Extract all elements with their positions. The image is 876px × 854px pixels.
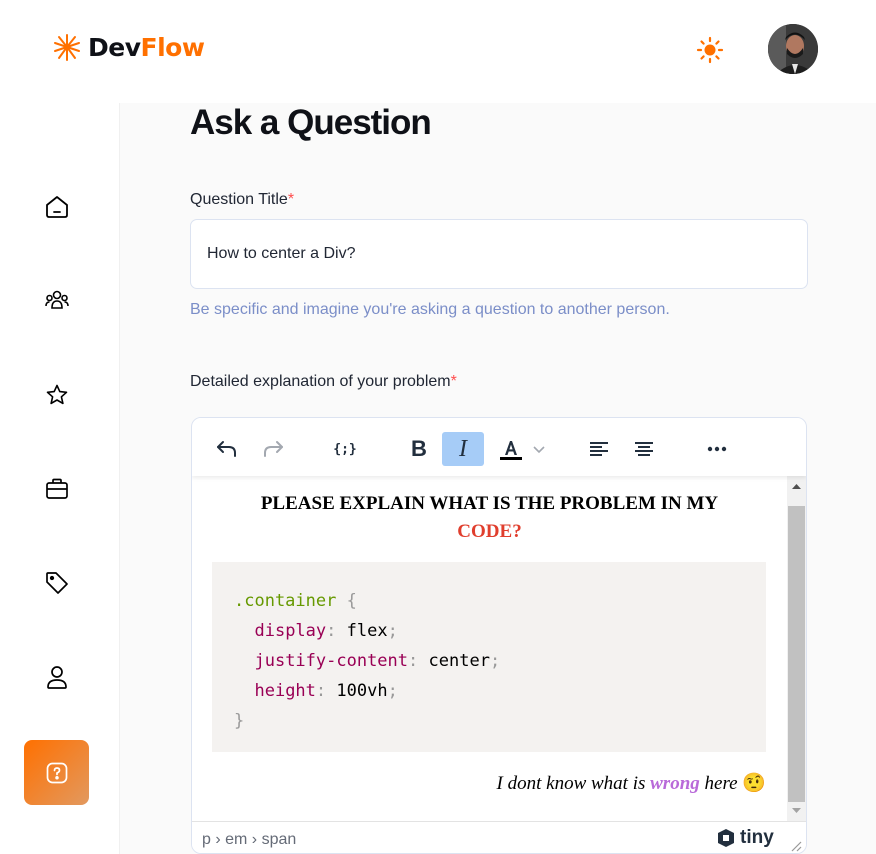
question-title-hint: Be specific and imagine you're asking a … xyxy=(190,301,670,318)
align-center-icon xyxy=(635,442,653,456)
content-heading-text: PLEASE EXPLAIN WHAT IS THE PROBLEM IN MY xyxy=(260,493,719,514)
note-prefix: I dont know what is xyxy=(496,773,651,794)
text-color-button[interactable] xyxy=(492,432,552,466)
resize-handle-icon[interactable] xyxy=(790,840,802,852)
note-emoji: 🤨 xyxy=(742,773,766,794)
sidebar-item-tags[interactable] xyxy=(24,550,89,615)
brand-name-part1: Dev xyxy=(88,32,141,62)
undo-button[interactable] xyxy=(210,432,244,466)
sidebar-item-jobs[interactable] xyxy=(24,456,89,521)
code-selector: .container xyxy=(234,591,337,611)
required-mark: * xyxy=(287,191,295,208)
brand-logo[interactable]: DevFlow xyxy=(52,32,205,62)
note-emphasis: wrong xyxy=(650,773,700,794)
top-navbar: DevFlow xyxy=(0,0,876,103)
bold-button[interactable]: B xyxy=(402,432,436,466)
sidebar-item-community[interactable] xyxy=(24,268,89,333)
bold-icon: B xyxy=(411,436,427,461)
italic-button[interactable]: I xyxy=(442,432,484,466)
question-title-input[interactable] xyxy=(190,219,808,289)
tiny-logo-icon xyxy=(718,829,734,847)
user-avatar[interactable] xyxy=(768,24,818,74)
sidebar-item-ask-question[interactable] xyxy=(24,740,89,805)
align-center-button[interactable] xyxy=(627,432,661,466)
code-brace-close: } xyxy=(234,711,245,731)
sidebar-item-home[interactable] xyxy=(24,174,89,239)
code-property: display xyxy=(254,621,327,641)
code-property: height xyxy=(254,681,316,701)
sidebar-item-profile[interactable] xyxy=(24,644,89,709)
element-path[interactable]: p › em › span xyxy=(202,831,296,849)
content-note: I dont know what is wrong here 🤨 xyxy=(192,771,766,795)
required-mark: * xyxy=(450,373,457,390)
sidebar-item-collections[interactable] xyxy=(24,362,89,427)
tag-icon xyxy=(45,571,68,594)
star-icon xyxy=(46,384,67,404)
content-heading-highlight: CODE? xyxy=(457,521,522,542)
more-button[interactable] xyxy=(700,432,734,466)
scrollbar-thumb[interactable] xyxy=(788,506,805,802)
sun-icon xyxy=(696,36,724,64)
home-icon xyxy=(45,195,68,218)
main-content: Ask a Question Question Title* Be specif… xyxy=(120,103,876,854)
editor-content-area[interactable]: PLEASE EXPLAIN WHAT IS THE PROBLEM IN MY… xyxy=(192,476,787,821)
tiny-brand-text: tiny xyxy=(740,827,774,848)
logo-icon xyxy=(54,34,80,61)
code-property: justify-content xyxy=(254,651,409,671)
left-sidebar xyxy=(0,103,120,854)
code-brace-open: { xyxy=(346,591,357,611)
undo-icon xyxy=(217,441,236,457)
editor-statusbar: p › em › span tiny xyxy=(192,821,806,853)
scroll-down-icon[interactable] xyxy=(787,803,806,817)
question-title-label-text: Question Title xyxy=(190,191,288,208)
content-heading: PLEASE EXPLAIN WHAT IS THE PROBLEM IN MY… xyxy=(212,490,767,546)
code-value: center xyxy=(428,651,490,671)
code-value: 100vh xyxy=(336,681,388,701)
code-block: .container { display: flex; justify-cont… xyxy=(212,562,766,752)
page-title: Ask a Question xyxy=(190,103,432,142)
text-color-icon xyxy=(500,441,522,460)
briefcase-icon xyxy=(45,478,68,499)
chevron-down-icon xyxy=(533,446,545,454)
more-icon xyxy=(707,446,727,452)
question-icon xyxy=(46,762,67,783)
redo-icon xyxy=(264,441,283,457)
editor-toolbar: {;} B I xyxy=(192,418,806,476)
rich-text-editor[interactable]: {;} B I PLEASE EXPLAIN WHAT IS THE PROBL… xyxy=(191,417,807,854)
community-icon xyxy=(44,290,69,309)
explanation-label: Detailed explanation of your problem* xyxy=(190,373,457,391)
align-left-icon xyxy=(590,442,608,456)
question-title-label: Question Title* xyxy=(190,191,294,209)
explanation-label-text: Detailed explanation of your problem xyxy=(190,373,451,390)
tiny-brand[interactable]: tiny xyxy=(716,827,774,849)
avatar-image xyxy=(768,24,818,74)
italic-icon: I xyxy=(459,435,467,462)
brand-name: DevFlow xyxy=(88,32,205,62)
code-sample-button[interactable]: {;} xyxy=(328,432,362,466)
user-icon xyxy=(46,665,67,689)
brand-name-part2: Flow xyxy=(140,32,205,62)
align-left-button[interactable] xyxy=(582,432,616,466)
redo-button[interactable] xyxy=(256,432,290,466)
code-value: flex xyxy=(346,621,388,641)
editor-scrollbar[interactable] xyxy=(787,476,806,821)
note-suffix: here xyxy=(699,773,738,794)
code-sample-icon: {;} xyxy=(333,441,357,457)
scroll-up-icon[interactable] xyxy=(787,480,806,494)
theme-toggle-button[interactable] xyxy=(696,36,724,64)
